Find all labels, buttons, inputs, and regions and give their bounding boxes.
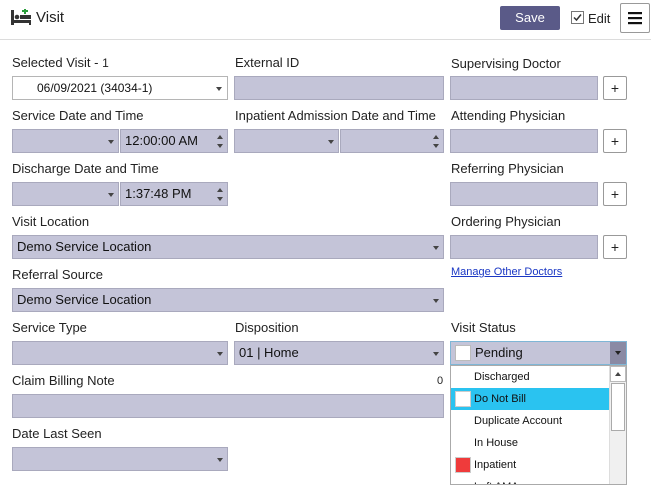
page-title: Visit (36, 9, 65, 26)
ordering-physician-input[interactable] (450, 235, 598, 259)
external-id-input[interactable] (234, 76, 444, 100)
visit-status-dropdown: Discharged Do Not Bill Duplicate Account In… (450, 365, 627, 485)
chevron-down-icon (216, 87, 222, 91)
referring-physician-input[interactable] (450, 182, 598, 206)
service-date-select[interactable] (12, 129, 119, 153)
edit-checkbox[interactable] (571, 11, 584, 24)
referring-physician-label: Referring Physician (451, 161, 564, 176)
inpatient-admission-label: Inpatient Admission Date and Time (235, 108, 436, 123)
visit-status-option[interactable]: Discharged (451, 366, 609, 388)
visit-status-option[interactable]: Left AMA (451, 476, 609, 484)
service-type-select[interactable] (12, 341, 228, 365)
status-color-swatch (455, 345, 471, 361)
chevron-down-icon (108, 140, 114, 144)
stepper-down-icon[interactable] (217, 144, 223, 148)
check-icon (573, 14, 582, 22)
referral-source-select[interactable]: Demo Service Location (12, 288, 444, 312)
supervising-doctor-label: Supervising Doctor (451, 56, 561, 71)
stepper-down-icon[interactable] (433, 144, 439, 148)
ordering-physician-label: Ordering Physician (451, 214, 561, 229)
stepper-up-icon[interactable] (217, 188, 223, 192)
visit-status-option[interactable]: In House (451, 432, 609, 454)
status-color-swatch (455, 391, 471, 407)
visit-location-value: Demo Service Location (17, 239, 152, 254)
discharge-date-select[interactable] (12, 182, 119, 206)
discharge-datetime-label: Discharge Date and Time (12, 161, 159, 176)
status-color-swatch (455, 457, 471, 473)
external-id-label: External ID (235, 55, 300, 70)
claim-billing-note-input[interactable] (12, 394, 444, 418)
referral-source-value: Demo Service Location (17, 292, 152, 307)
visit-status-option-label: Do Not Bill (474, 393, 526, 405)
add-attending-physician-button[interactable]: + (603, 129, 627, 153)
chevron-down-icon (615, 351, 621, 355)
chevron-down-icon (433, 299, 439, 303)
visit-status-option-label: Duplicate Account (474, 415, 563, 427)
edit-label: Edit (588, 11, 611, 26)
visit-status-option[interactable]: Do Not Bill (451, 388, 609, 410)
chevron-down-icon (108, 193, 114, 197)
disposition-select[interactable]: 01 | Home (234, 341, 444, 365)
inpatient-admission-date-select[interactable] (234, 129, 339, 153)
visit-location-select[interactable]: Demo Service Location (12, 235, 444, 259)
chevron-down-icon (217, 352, 223, 356)
disposition-value: 01 | Home (239, 345, 299, 360)
stepper-up-icon[interactable] (433, 135, 439, 139)
visit-status-toggle[interactable] (610, 342, 626, 364)
referral-source-label: Referral Source (12, 267, 104, 282)
hamburger-icon (628, 12, 642, 25)
selected-visit-select[interactable]: 06/09/2021 (34034-1) (12, 76, 228, 100)
add-referring-physician-button[interactable]: + (603, 182, 627, 206)
scroll-up-icon (615, 372, 621, 376)
visit-status-label: Visit Status (451, 320, 516, 335)
scroll-up-button[interactable] (610, 366, 626, 382)
visit-status-option-label: Discharged (474, 371, 530, 383)
claim-billing-note-label: Claim Billing Note (12, 373, 115, 388)
attending-physician-label: Attending Physician (451, 108, 566, 123)
discharge-time-stepper[interactable]: 1:37:48 PM (120, 182, 228, 206)
visit-status-option-label: Inpatient (474, 459, 517, 471)
inpatient-admission-time-stepper[interactable] (340, 129, 444, 153)
date-last-seen-label: Date Last Seen (12, 426, 102, 441)
visit-status-select[interactable]: Pending (450, 341, 627, 365)
visit-status-option[interactable]: Inpatient (451, 454, 609, 476)
service-time-value: 12:00:00 AM (125, 133, 198, 148)
visit-location-label: Visit Location (12, 214, 90, 229)
header-divider (0, 39, 651, 40)
chevron-down-icon (328, 140, 334, 144)
stepper-up-icon[interactable] (217, 135, 223, 139)
dropdown-scrollbar[interactable] (609, 366, 626, 484)
visit-status-option-label: Left AMA (474, 476, 519, 484)
selected-visit-label: Selected Visit - 1 (12, 55, 109, 70)
visit-status-option[interactable]: Duplicate Account (451, 410, 609, 432)
scroll-thumb[interactable] (611, 383, 625, 431)
manage-other-doctors-link[interactable]: Manage Other Doctors (451, 266, 562, 278)
stepper-down-icon[interactable] (217, 197, 223, 201)
chevron-down-icon (433, 246, 439, 250)
visit-status-value: Pending (475, 345, 523, 360)
disposition-label: Disposition (235, 320, 299, 335)
date-last-seen-select[interactable] (12, 447, 228, 471)
claim-billing-note-count: 0 (437, 375, 444, 387)
service-time-stepper[interactable]: 12:00:00 AM (120, 129, 228, 153)
service-type-label: Service Type (12, 320, 87, 335)
selected-visit-value: 06/09/2021 (34034-1) (37, 81, 153, 95)
chevron-down-icon (217, 458, 223, 462)
add-supervising-doctor-button[interactable]: + (603, 76, 627, 100)
visit-status-option-label: In House (474, 437, 519, 449)
visit-bed-icon (10, 9, 32, 27)
supervising-doctor-input[interactable] (450, 76, 598, 100)
menu-button[interactable] (620, 3, 650, 33)
discharge-time-value: 1:37:48 PM (125, 186, 192, 201)
chevron-down-icon (433, 352, 439, 356)
service-datetime-label: Service Date and Time (12, 108, 144, 123)
add-ordering-physician-button[interactable]: + (603, 235, 627, 259)
attending-physician-input[interactable] (450, 129, 598, 153)
save-button[interactable]: Save (500, 6, 560, 30)
